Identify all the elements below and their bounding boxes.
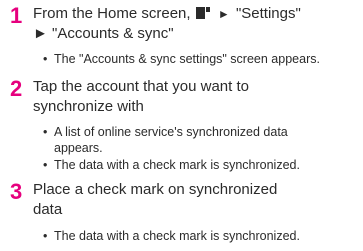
bullet-icon: • — [43, 125, 48, 139]
bullet-text-continued: appears. — [54, 141, 103, 155]
bullet-icon: • — [43, 158, 48, 172]
bullet-text: A list of online service's synchronized … — [54, 125, 288, 139]
list-item: • The "Accounts & sync settings" screen a… — [43, 51, 320, 67]
step-instruction-line2: ► "Accounts & sync" — [33, 25, 174, 42]
bullet-icon: • — [43, 229, 48, 243]
arrow-icon: ► — [217, 7, 230, 21]
step-instruction-line2: synchronize with — [33, 98, 144, 115]
list-item: • The data with a check mark is synchroni… — [43, 228, 300, 244]
menu-key-icon — [195, 6, 210, 20]
bullet-text: The data with a check mark is synchroniz… — [54, 158, 300, 172]
step-text: "Settings" — [235, 5, 301, 22]
bullet-icon: • — [43, 52, 48, 66]
step-number: 2 — [10, 76, 23, 101]
bullet-text: The "Accounts & sync settings" screen ap… — [54, 52, 320, 66]
list-item: • A list of online service's synchronized… — [43, 124, 288, 140]
step-instruction: Place a check mark on synchronized — [33, 181, 278, 198]
bullet-text: The data with a check mark is synchroniz… — [54, 229, 300, 243]
step-number: 1 — [10, 3, 23, 28]
step-number: 3 — [10, 179, 23, 204]
list-item: • The data with a check mark is synchroni… — [43, 157, 300, 173]
step-instruction: From the Home screen, ► "Settings" — [33, 4, 301, 24]
step-text: From the Home screen, — [33, 5, 191, 22]
step-instruction-line2: data — [33, 201, 63, 218]
step-instruction: Tap the account that you want to — [33, 78, 249, 95]
